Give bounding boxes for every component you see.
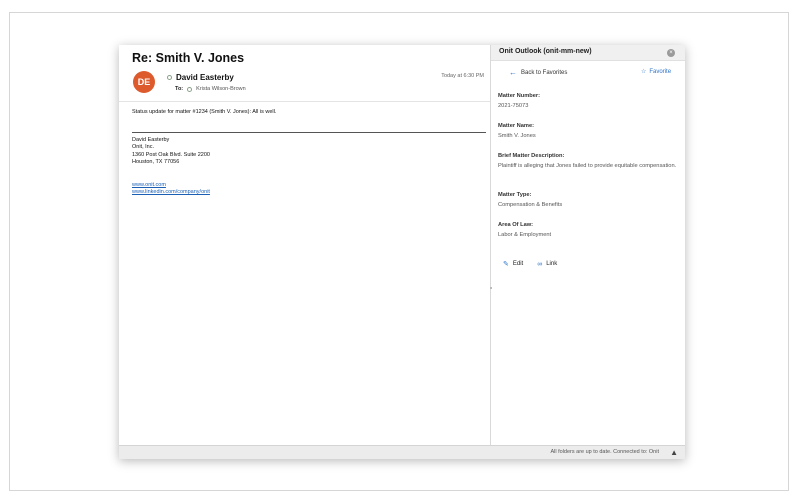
sender-row: David Easterby bbox=[167, 73, 234, 82]
back-arrow-icon: ← bbox=[509, 68, 517, 77]
email-body: Status update for matter #1234 (Smith V.… bbox=[132, 109, 277, 115]
field-label: Brief Matter Description: bbox=[498, 153, 565, 159]
link-button[interactable]: ∞ Link bbox=[537, 260, 557, 268]
sender-name[interactable]: David Easterby bbox=[176, 73, 234, 82]
signature-divider bbox=[132, 132, 486, 133]
signature-company: Onit, Inc. bbox=[132, 144, 155, 151]
link-icon: ∞ bbox=[537, 260, 543, 268]
brief-description-field: Brief Matter Description: Plaintiff is a… bbox=[498, 153, 680, 170]
matter-number-field: Matter Number: 2021-75073 bbox=[498, 93, 680, 110]
pane-resize-handle[interactable] bbox=[490, 287, 492, 289]
email-reading-pane: Re: Smith V. Jones DE David Easterby To:… bbox=[119, 45, 490, 445]
onit-addin-panel: Onit Outlook (onit-mm-new) × ← Back to F… bbox=[490, 45, 685, 445]
signature-links: www.onit.com www.linkedin.com/company/on… bbox=[132, 182, 210, 197]
recipient-row: To: Krista Wilson-Brown bbox=[175, 86, 246, 92]
field-value: Plaintiff is alleging that Jones failed … bbox=[498, 163, 677, 169]
matter-actions: ✎ Edit ∞ Link bbox=[503, 260, 557, 269]
pencil-icon: ✎ bbox=[503, 261, 509, 268]
status-bar: All folders are up to date. Connected to… bbox=[119, 445, 685, 459]
sender-avatar[interactable]: DE bbox=[133, 71, 155, 93]
outlook-window: Re: Smith V. Jones DE David Easterby To:… bbox=[119, 45, 685, 459]
field-label: Matter Type: bbox=[498, 192, 532, 198]
field-label: Matter Name: bbox=[498, 123, 535, 129]
edit-button[interactable]: ✎ Edit bbox=[503, 260, 523, 268]
back-to-favorites-link[interactable]: ← Back to Favorites bbox=[509, 68, 567, 77]
panel-title: Onit Outlook (onit-mm-new) bbox=[499, 48, 592, 55]
matter-type-field: Matter Type: Compensation & Benefits bbox=[498, 192, 680, 209]
presence-icon bbox=[167, 75, 172, 80]
area-of-law-field: Area Of Law: Labor & Employment bbox=[498, 222, 680, 239]
field-value: Smith V. Jones bbox=[498, 133, 536, 139]
warning-icon[interactable]: ▲ bbox=[670, 448, 678, 457]
signature-block: David Easterby Onit, Inc. 1360 Post Oak … bbox=[132, 137, 210, 166]
back-label: Back to Favorites bbox=[521, 69, 568, 76]
recipient-name[interactable]: Krista Wilson-Brown bbox=[196, 86, 246, 92]
favorite-button[interactable]: ☆ Favorite bbox=[641, 68, 672, 76]
presence-icon bbox=[187, 86, 193, 92]
signature-address-line2: Houston, TX 77056 bbox=[132, 158, 180, 165]
star-icon: ☆ bbox=[641, 69, 647, 75]
link-label: Link bbox=[546, 261, 558, 267]
email-subject: Re: Smith V. Jones bbox=[132, 51, 245, 65]
field-value: Labor & Employment bbox=[498, 232, 552, 238]
to-label: To: bbox=[175, 86, 184, 92]
matter-name-field: Matter Name: Smith V. Jones bbox=[498, 123, 680, 140]
header-divider bbox=[119, 101, 490, 102]
signature-address-line1: 1360 Post Oak Blvd. Suite 2200 bbox=[132, 151, 210, 158]
status-text: All folders are up to date. Connected to… bbox=[550, 449, 659, 455]
field-label: Area Of Law: bbox=[498, 222, 534, 228]
linkedin-link[interactable]: www.linkedin.com/company/onit bbox=[132, 189, 210, 196]
field-value: 2021-75073 bbox=[498, 103, 529, 109]
email-timestamp: Today at 6:30 PM bbox=[441, 73, 484, 79]
field-label: Matter Number: bbox=[498, 93, 541, 99]
close-icon[interactable]: × bbox=[667, 49, 675, 57]
panel-header: Onit Outlook (onit-mm-new) × bbox=[491, 45, 685, 61]
signature-name: David Easterby bbox=[132, 137, 170, 143]
field-value: Compensation & Benefits bbox=[498, 202, 563, 208]
edit-label: Edit bbox=[512, 261, 524, 267]
favorite-label: Favorite bbox=[649, 68, 672, 75]
website-link[interactable]: www.onit.com bbox=[132, 182, 210, 189]
